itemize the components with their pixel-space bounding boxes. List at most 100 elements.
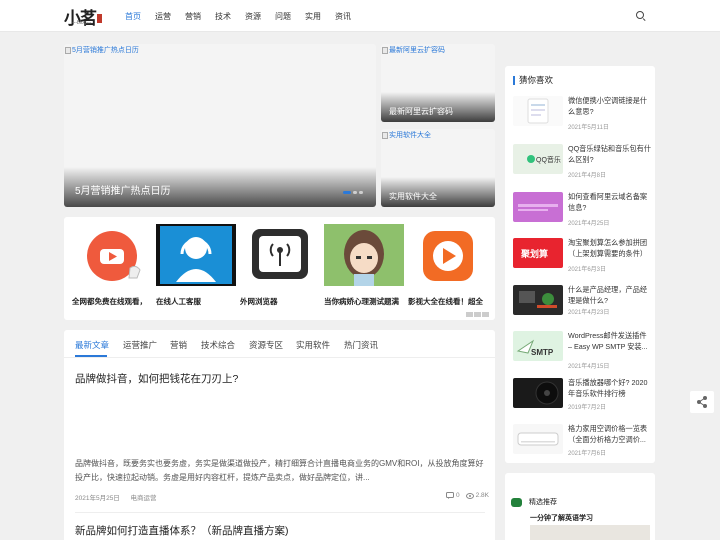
nav-marketing[interactable]: 营销 bbox=[185, 11, 201, 22]
logo-seal bbox=[97, 14, 102, 23]
svg-text:聚划算: 聚划算 bbox=[520, 248, 548, 259]
guess-you-like-widget: 猜你喜欢 微信便携小空调链接是什么意思? 2021年5月11日 QQ音乐 QQ音… bbox=[505, 66, 655, 463]
wechat-icon bbox=[511, 497, 522, 507]
slider-dots bbox=[343, 191, 363, 194]
thumb-card[interactable]: 在线人工客服 bbox=[156, 224, 236, 306]
item-title: 音乐播放器哪个好? 2020年音乐软件排行榜 bbox=[568, 378, 648, 398]
item-date: 2021年4月15日 bbox=[568, 364, 610, 370]
thumb-card[interactable]: 全网都免费在线观看， bbox=[72, 224, 152, 306]
article-category[interactable]: 电商运营 bbox=[130, 495, 156, 502]
article-list-panel: 最新文章 运营推广 营销 技术综合 资源专区 实用软件 热门资讯 品牌做抖音，如… bbox=[64, 330, 495, 540]
list-item[interactable]: 格力家用空调价格一览表（全面分析格力空调价... 2021年7月6日 bbox=[513, 424, 653, 464]
item-date: 2021年4月23日 bbox=[568, 310, 610, 316]
broken-image-icon bbox=[65, 46, 71, 54]
main-nav: 首页 运营 营销 技术 资源 问题 实用 资讯 bbox=[125, 0, 365, 32]
item-date: 2021年6月3日 bbox=[568, 267, 607, 273]
thumb-label: 影视大全在线看！超全 bbox=[408, 297, 483, 306]
list-item[interactable]: 音乐播放器哪个好? 2020年音乐软件排行榜 2019年7月2日 bbox=[513, 378, 653, 418]
anime-girl-image bbox=[324, 224, 404, 286]
nav-news[interactable]: 资讯 bbox=[335, 11, 351, 22]
youtube-icon bbox=[72, 224, 152, 286]
tab-promotion[interactable]: 运营推广 bbox=[123, 339, 157, 351]
picks-item-image[interactable] bbox=[530, 525, 650, 540]
hero-slide[interactable]: 5月营销推广热点日历 5月营销推广热点日历 bbox=[64, 44, 376, 207]
slider-dot-2[interactable] bbox=[353, 191, 357, 194]
video-play-icon bbox=[408, 224, 488, 286]
active-tab-indicator bbox=[75, 355, 107, 357]
list-item[interactable]: QQ音乐 QQ音乐绿钻和音乐包有什么区别? 2021年4月8日 bbox=[513, 144, 653, 184]
tab-latest[interactable]: 最新文章 bbox=[75, 339, 109, 351]
share-button[interactable] bbox=[690, 391, 714, 413]
side-slide-top[interactable]: 最新阿里云扩容码 最新阿里云扩容码 bbox=[381, 44, 495, 122]
nav-tech[interactable]: 技术 bbox=[215, 11, 231, 22]
item-thumbnail bbox=[513, 378, 563, 408]
broken-image-icon bbox=[382, 46, 388, 54]
list-item[interactable]: SMTP WordPress邮件发送插件 – Easy WP SMTP 安装..… bbox=[513, 331, 653, 371]
nav-operations[interactable]: 运营 bbox=[155, 11, 171, 22]
nav-home[interactable]: 首页 bbox=[125, 11, 141, 22]
article-excerpt: 品牌做抖音，既要务实也要务虚，务实是做渠道做投产，精打细算合计直播电商业务的GM… bbox=[75, 459, 484, 482]
tab-software[interactable]: 实用软件 bbox=[296, 339, 330, 351]
broken-image-alt: 实用软件大全 bbox=[382, 130, 431, 140]
browser-antenna-icon bbox=[240, 224, 320, 286]
item-thumbnail bbox=[513, 96, 563, 126]
list-item[interactable]: 如何查看阿里云域名备案信息? 2021年4月25日 bbox=[513, 192, 653, 232]
article-stats: 0 2.8K bbox=[446, 492, 489, 499]
article-title[interactable]: 新品牌如何打造直播体系？（新品牌直播方案) bbox=[75, 523, 289, 538]
article-tabs: 最新文章 运营推广 营销 技术综合 资源专区 实用软件 热门资讯 bbox=[64, 330, 495, 358]
list-item[interactable]: 什么是产品经理，产品经理是做什么? 2021年4月23日 bbox=[513, 285, 653, 325]
slider-dot-1[interactable] bbox=[343, 191, 351, 194]
share-icon bbox=[697, 396, 707, 408]
smtp-thumbnail: SMTP bbox=[513, 331, 563, 361]
divider bbox=[75, 512, 485, 513]
item-title: 什么是产品经理，产品经理是做什么? bbox=[568, 285, 648, 305]
item-thumbnail bbox=[513, 285, 563, 315]
list-item[interactable]: 聚划算 淘宝聚划算怎么参加拼团（上架划算需要的条件） 2021年6月3日 bbox=[513, 238, 653, 278]
list-item[interactable]: 微信便携小空调链接是什么意思? 2021年5月11日 bbox=[513, 96, 653, 136]
eye-icon bbox=[465, 492, 474, 499]
site-logo[interactable]: 小茗 ---blog--- bbox=[64, 5, 102, 29]
item-date: 2021年7月6日 bbox=[568, 451, 607, 457]
nav-questions[interactable]: 问题 bbox=[275, 11, 291, 22]
item-date: 2021年4月25日 bbox=[568, 221, 610, 227]
hero-slide-title: 5月营销推广热点日历 bbox=[75, 186, 171, 197]
top-navbar: 小茗 ---blog--- 首页 运营 营销 技术 资源 问题 实用 资讯 bbox=[0, 0, 720, 32]
item-date: 2021年4月8日 bbox=[568, 173, 607, 179]
item-thumbnail bbox=[513, 192, 563, 222]
item-title: 格力家用空调价格一览表（全面分析格力空调价... bbox=[568, 424, 648, 444]
strip-pager[interactable] bbox=[466, 312, 489, 317]
tab-news[interactable]: 热门资讯 bbox=[344, 339, 378, 351]
thumb-card[interactable]: 外网浏览器 bbox=[240, 224, 320, 306]
air-conditioner-thumbnail bbox=[513, 424, 563, 454]
broken-image-alt: 5月营销推广热点日历 bbox=[65, 45, 139, 55]
item-thumbnail: 聚划算 bbox=[513, 238, 563, 268]
picks-item-title[interactable]: 一分钟了解英语学习 bbox=[530, 513, 593, 523]
nav-practical[interactable]: 实用 bbox=[305, 11, 321, 22]
qq-music-icon: QQ音乐 bbox=[513, 144, 563, 174]
item-date: 2021年5月11日 bbox=[568, 125, 609, 131]
item-title: QQ音乐绿钻和音乐包有什么区别? bbox=[568, 144, 652, 164]
comment-count: 0 bbox=[456, 492, 460, 499]
item-title: 淘宝聚划算怎么参加拼团（上架划算需要的条件） bbox=[568, 238, 648, 258]
thumb-card[interactable]: 影视大全在线看！超全 bbox=[408, 224, 488, 306]
widget-title: 猜你喜欢 bbox=[513, 74, 553, 86]
item-title: 微信便携小空调链接是什么意思? bbox=[568, 96, 648, 116]
item-title: WordPress邮件发送插件 – Easy WP SMTP 安装... bbox=[568, 331, 648, 351]
svg-text:QQ音乐: QQ音乐 bbox=[536, 155, 561, 164]
search-icon[interactable] bbox=[636, 11, 646, 22]
side-slide-bottom-title: 实用软件大全 bbox=[389, 192, 437, 201]
side-slide-bottom[interactable]: 实用软件大全 实用软件大全 bbox=[381, 129, 495, 207]
item-date: 2019年7月2日 bbox=[568, 405, 607, 411]
tab-tech[interactable]: 技术综合 bbox=[201, 339, 235, 351]
article-title[interactable]: 品牌做抖音，如何把钱花在刀刃上? bbox=[75, 371, 238, 386]
tab-marketing[interactable]: 营销 bbox=[170, 339, 187, 351]
thumb-card[interactable]: 当你病娇心理测试题满 bbox=[324, 224, 404, 306]
article-meta: 2021年5月25日 电商运营 bbox=[75, 492, 156, 502]
slider-dot-3[interactable] bbox=[359, 191, 363, 194]
featured-picks-widget: 精选推荐 一分钟了解英语学习 bbox=[505, 473, 655, 540]
broken-image-alt: 最新阿里云扩容码 bbox=[382, 45, 445, 55]
nav-resources[interactable]: 资源 bbox=[245, 11, 261, 22]
tab-resources[interactable]: 资源专区 bbox=[249, 339, 283, 351]
logo-subtext: ---blog--- bbox=[72, 20, 92, 26]
svg-text:SMTP: SMTP bbox=[531, 348, 554, 357]
